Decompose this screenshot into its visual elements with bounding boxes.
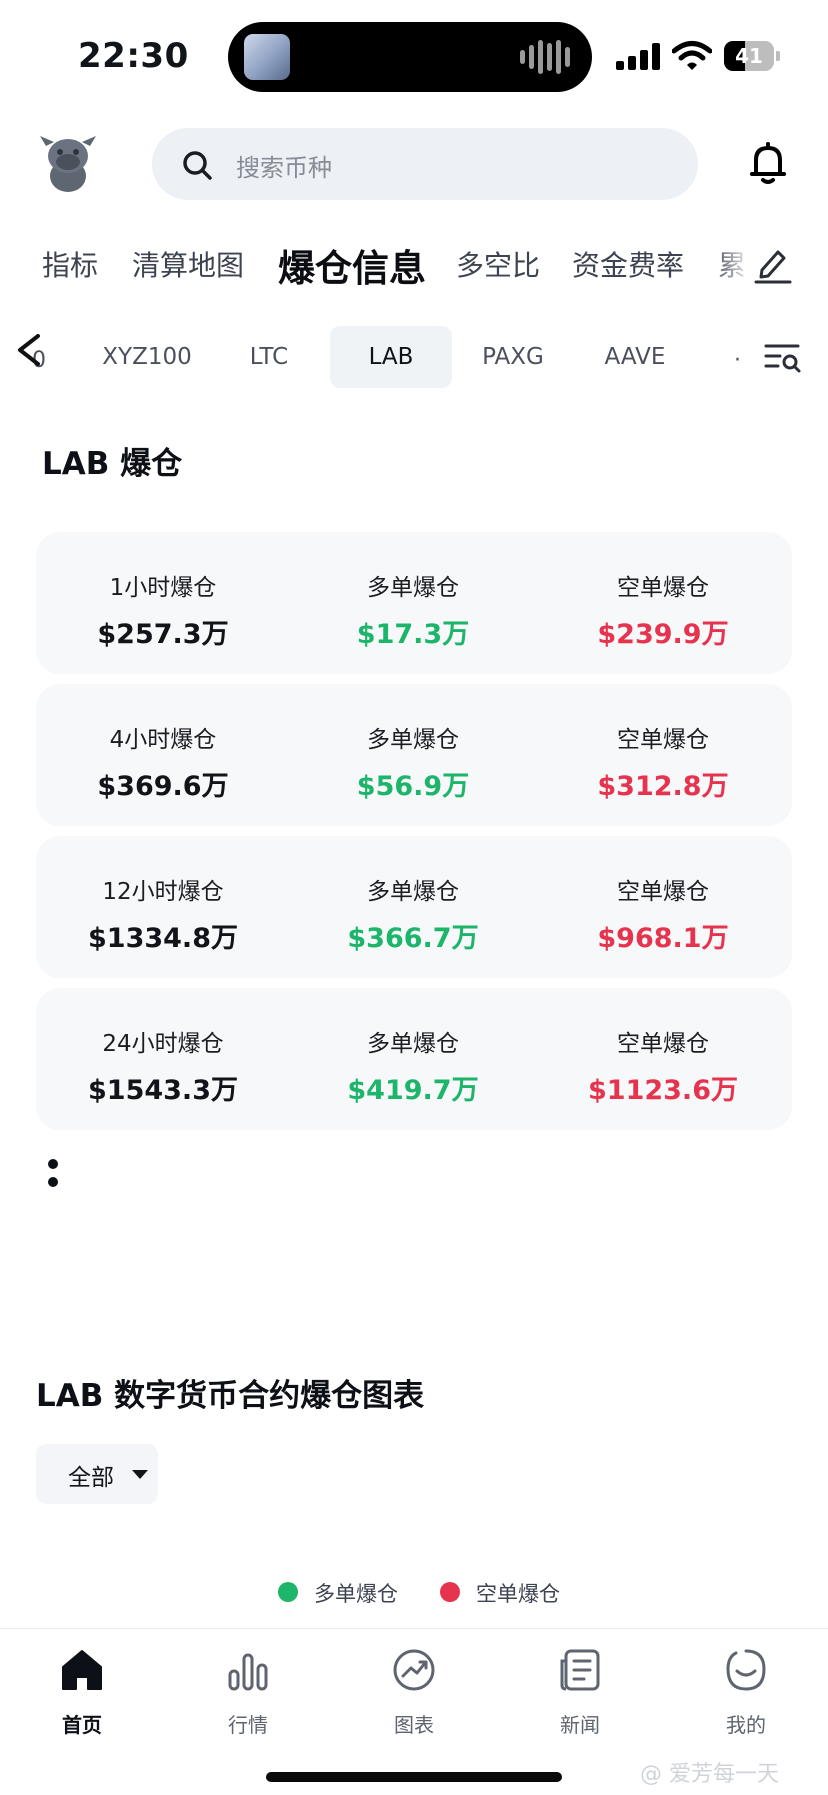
tab-indicators[interactable]: 指标 (42, 244, 98, 284)
stat-long-label: 多单爆仓 (367, 879, 459, 905)
profile-icon (726, 1649, 766, 1691)
stat-long-value: $56.9万 (356, 771, 470, 802)
stat-total: 24小时爆仓 $1543.3万 (38, 988, 288, 1130)
stats-card-4h: 4小时爆仓 $369.6万 多单爆仓 $56.9万 空单爆仓 $312.8万 (36, 684, 792, 826)
range-selected-value: 全部 (68, 1465, 114, 1491)
home-icon (62, 1650, 102, 1690)
stat-short-value: $239.9万 (597, 619, 729, 650)
status-time: 22:30 (78, 36, 189, 76)
stat-total: 4小时爆仓 $369.6万 (38, 684, 288, 826)
stat-long: 多单爆仓 $419.7万 (288, 988, 538, 1130)
stat-short: 空单爆仓 $1123.6万 (538, 988, 788, 1130)
edit-pencil-icon[interactable] (752, 244, 792, 284)
market-bars-icon (228, 1653, 268, 1691)
stat-short-value: $1123.6万 (588, 1075, 738, 1106)
stat-total-value: $369.6万 (97, 771, 229, 802)
nav-news[interactable]: 新闻 (520, 1647, 640, 1747)
nav-chart[interactable]: 图表 (354, 1647, 474, 1747)
mascot-avatar-icon[interactable] (38, 132, 98, 194)
coin-tab-lab[interactable]: LAB (330, 326, 452, 388)
legend-short-label[interactable]: 空单爆仓 (476, 1578, 560, 1608)
stat-short-label: 空单爆仓 (617, 575, 709, 601)
stat-total: 1小时爆仓 $257.3万 (38, 532, 288, 674)
stat-short-value: $312.8万 (597, 771, 729, 802)
wifi-icon (672, 41, 712, 70)
coin-tab-partial-right[interactable]: · (734, 348, 741, 373)
nav-profile[interactable]: 我的 (686, 1647, 806, 1747)
stat-total-value: $257.3万 (97, 619, 229, 650)
stat-long: 多单爆仓 $56.9万 (288, 684, 538, 826)
stat-long: 多单爆仓 $17.3万 (288, 532, 538, 674)
stat-total-value: $1543.3万 (88, 1075, 238, 1106)
chart-title: LAB 数字货币合约爆仓图表 (36, 1378, 425, 1414)
stat-short: 空单爆仓 $968.1万 (538, 836, 788, 978)
tab-long-short-ratio[interactable]: 多空比 (456, 244, 540, 284)
stat-total: 12小时爆仓 $1334.8万 (38, 836, 288, 978)
battery-icon: 41 (724, 41, 780, 71)
stat-long-value: $366.7万 (347, 923, 479, 954)
chart-legend: 多单爆仓 空单爆仓 (0, 1576, 828, 1608)
tab-funding-rate[interactable]: 资金费率 (572, 244, 684, 284)
legend-long-dot (278, 1582, 298, 1602)
search-bar[interactable]: 搜索币种 (152, 128, 698, 200)
dynamic-island (228, 22, 592, 92)
section-title: LAB 爆仓 (42, 446, 183, 482)
nav-home[interactable]: 首页 (22, 1647, 142, 1747)
coin-tab-paxg[interactable]: PAXG (468, 326, 558, 388)
stats-card-24h: 24小时爆仓 $1543.3万 多单爆仓 $419.7万 空单爆仓 $1123.… (36, 988, 792, 1130)
app-screen: 22:30 41 搜索币种 指标 清算地图 爆仓信息 多空比 资金费率 0 XY… (0, 0, 828, 1795)
stat-total-value: $1334.8万 (88, 923, 238, 954)
stat-short-label: 空单爆仓 (617, 879, 709, 905)
nav-market-label: 行情 (228, 1713, 268, 1737)
stat-long-value: $419.7万 (347, 1075, 479, 1106)
tab-liquidation-info[interactable]: 爆仓信息 (278, 238, 426, 292)
watermark: @ 爱芳每一天 (640, 1762, 779, 1787)
stats-card-12h: 12小时爆仓 $1334.8万 多单爆仓 $366.7万 空单爆仓 $968.1… (36, 836, 792, 978)
nav-home-label: 首页 (62, 1713, 102, 1737)
stat-short-value: $968.1万 (597, 923, 729, 954)
nav-profile-label: 我的 (726, 1713, 766, 1737)
legend-long-label[interactable]: 多单爆仓 (314, 1578, 398, 1608)
chart-trend-icon (393, 1649, 435, 1691)
stat-period-label: 4小时爆仓 (109, 727, 217, 753)
stat-period-label: 24小时爆仓 (102, 1031, 224, 1057)
coin-tab-ltc[interactable]: LTC (222, 326, 316, 388)
back-arrow-icon[interactable] (12, 330, 46, 370)
legend-short-dot (440, 1582, 460, 1602)
tab-liquidation-map[interactable]: 清算地图 (132, 244, 244, 284)
more-dots-icon[interactable] (46, 1156, 60, 1190)
stats-card-1h: 1小时爆仓 $257.3万 多单爆仓 $17.3万 空单爆仓 $239.9万 (36, 532, 792, 674)
coin-tab-aave[interactable]: AAVE (590, 326, 680, 388)
notification-bell-icon[interactable] (748, 142, 788, 186)
search-input[interactable]: 搜索币种 (236, 148, 332, 183)
stat-period-label: 1小时爆仓 (109, 575, 217, 601)
home-indicator[interactable] (266, 1772, 562, 1782)
news-icon (560, 1649, 600, 1691)
stat-long-label: 多单爆仓 (367, 727, 459, 753)
status-bar: 22:30 41 (0, 0, 828, 110)
stat-short-label: 空单爆仓 (617, 727, 709, 753)
stat-long-label: 多单爆仓 (367, 1031, 459, 1057)
stat-long-value: $17.3万 (356, 619, 470, 650)
stat-long-label: 多单爆仓 (367, 575, 459, 601)
now-playing-artwork (244, 34, 290, 80)
coin-tab-xyz100[interactable]: XYZ100 (90, 326, 204, 388)
stat-short: 空单爆仓 $312.8万 (538, 684, 788, 826)
battery-level: 41 (735, 44, 763, 68)
search-icon (183, 151, 212, 180)
stat-short: 空单爆仓 $239.9万 (538, 532, 788, 674)
cellular-signal-icon (616, 42, 662, 70)
nav-news-label: 新闻 (560, 1713, 600, 1737)
stat-period-label: 12小时爆仓 (102, 879, 224, 905)
caret-down-icon (132, 1470, 148, 1479)
nav-chart-label: 图表 (394, 1713, 434, 1737)
nav-market[interactable]: 行情 (188, 1647, 308, 1747)
tabs-fade (712, 238, 752, 294)
range-dropdown[interactable]: 全部 (36, 1444, 158, 1504)
stat-long: 多单爆仓 $366.7万 (288, 836, 538, 978)
category-tabs: 指标 清算地图 爆仓信息 多空比 资金费率 累 (0, 238, 828, 294)
stat-short-label: 空单爆仓 (617, 1031, 709, 1057)
filter-search-icon[interactable] (762, 340, 802, 376)
audio-waveform-icon (520, 40, 570, 74)
